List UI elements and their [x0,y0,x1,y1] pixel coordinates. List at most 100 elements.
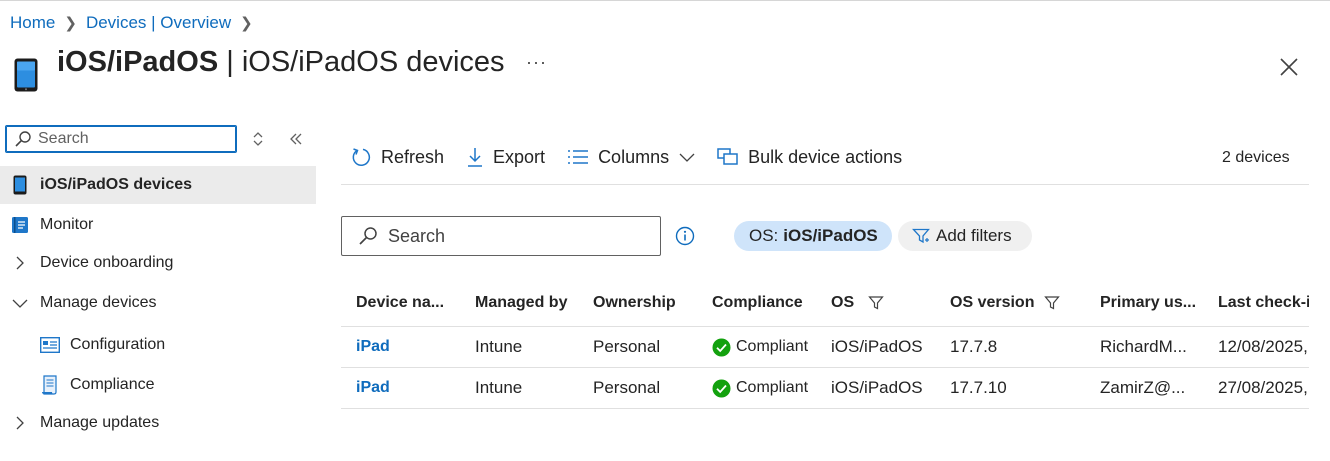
sidebar-item-manage-updates[interactable]: Manage updates [0,404,316,442]
tablet-icon [9,175,31,195]
column-header-last-check-in[interactable]: Last check-in [1218,280,1309,326]
column-header-os[interactable]: OS [831,280,941,326]
collapse-sidebar-icon[interactable] [288,131,304,147]
chevron-right-icon [9,416,31,430]
os-cell: iOS/iPadOS [831,337,923,356]
sidebar-item-ios-devices[interactable]: iOS/iPadOS devices [0,166,316,204]
sidebar-search-input[interactable] [32,130,228,148]
os-filter-value: iOS/iPadOS [783,226,878,245]
monitor-book-icon [9,216,31,234]
devices-table: Device na... Managed by Ownership Compli… [341,280,1309,409]
sidebar-item-monitor[interactable]: Monitor [0,206,316,244]
device-count: 2 devices [1222,149,1290,166]
bulk-device-actions-button[interactable]: Bulk device actions [717,147,902,168]
column-header-os-version-label: OS version [950,294,1035,311]
table-row[interactable]: iPad Intune Personal Compliant iOS/iPadO… [341,368,1309,409]
bulk-device-actions-label: Bulk device actions [748,146,903,167]
info-icon[interactable] [675,226,695,246]
device-search-input[interactable] [378,224,650,248]
expand-collapse-icon[interactable] [251,131,265,147]
sidebar-item-label: Monitor [40,216,94,233]
column-header-ownership[interactable]: Ownership [593,280,703,326]
refresh-label: Refresh [381,146,445,167]
os-version-cell: 17.7.10 [950,378,1007,397]
os-filter-label: OS: [749,226,779,245]
chevron-down-icon [679,153,695,162]
last-check-in-cell: 27/08/2025, [1218,378,1308,397]
device-name-link[interactable]: iPad [356,368,461,408]
checkmark-circle-icon [712,338,731,356]
configuration-icon [39,336,61,354]
top-border [0,0,1330,1]
breadcrumb-home-link[interactable]: Home [10,13,55,33]
os-cell: iOS/iPadOS [831,378,923,397]
sidebar-search[interactable] [5,125,237,153]
more-options-button[interactable]: ··· [526,52,547,73]
sidebar-item-label: iOS/iPadOS devices [40,176,193,193]
column-header-compliance[interactable]: Compliance [712,280,822,326]
chevron-right-icon: ❯ [240,15,253,32]
compliance-cell: Compliant [712,327,827,367]
page-title-bold: iOS/iPadOS [57,46,219,78]
add-filters-label: Add filters [936,226,1012,245]
column-header-primary-user[interactable]: Primary us... [1100,280,1210,326]
export-button[interactable]: Export [466,146,545,168]
page-title: iOS/iPadOS | iOS/iPadOS devices [57,46,505,79]
column-header-managed-by[interactable]: Managed by [475,280,585,326]
table-row[interactable]: iPad Intune Personal Compliant iOS/iPadO… [341,327,1309,368]
checkmark-circle-icon [712,379,731,397]
columns-icon [568,150,589,164]
chevron-right-icon [9,256,31,270]
sidebar-item-label: Device onboarding [40,254,174,271]
chevron-down-icon [9,298,31,308]
sidebar-item-compliance[interactable]: Compliance [0,366,316,404]
compliance-icon [39,375,61,395]
export-label: Export [493,146,546,167]
add-filters-button[interactable]: Add filters [898,221,1032,251]
ownership-cell: Personal [593,378,661,397]
compliance-status: Compliant [736,379,809,396]
managed-by-cell: Intune [475,337,523,356]
table-header: Device na... Managed by Ownership Compli… [341,280,1309,327]
filter-icon[interactable] [868,295,884,311]
filter-icon[interactable] [1044,295,1061,311]
close-icon[interactable] [1276,54,1302,80]
divider [341,184,1309,185]
sidebar-item-label: Compliance [70,376,155,393]
column-header-os-label: OS [831,294,855,311]
command-bar: Refresh Export Columns Bulk device actio… [350,143,924,171]
search-icon [15,131,31,147]
sidebar-item-configuration[interactable]: Configuration [0,326,316,364]
device-name-link[interactable]: iPad [356,327,461,367]
breadcrumb: Home ❯ Devices | Overview ❯ [10,13,262,33]
compliance-status: Compliant [736,338,809,355]
chevron-right-icon: ❯ [64,15,77,32]
managed-by-cell: Intune [475,378,523,397]
sidebar-item-manage-devices[interactable]: Manage devices [0,284,316,322]
page-title-rest: | iOS/iPadOS devices [218,46,505,78]
device-search-box[interactable] [341,216,661,256]
sidebar-item-device-onboarding[interactable]: Device onboarding [0,244,316,282]
tablet-icon [14,58,38,92]
refresh-icon [352,148,371,166]
add-filter-icon [912,228,930,244]
column-header-device-name[interactable]: Device na... [356,280,461,326]
sidebar-item-label: Manage devices [40,294,157,311]
primary-user-cell: ZamirZ@... [1100,378,1186,397]
column-header-os-version[interactable]: OS version [950,280,1090,326]
compliance-cell: Compliant [712,368,827,408]
columns-label: Columns [598,146,670,167]
sidebar-item-label: Manage updates [40,414,160,431]
bulk-actions-icon [717,148,738,165]
last-check-in-cell: 12/08/2025, [1218,337,1308,356]
breadcrumb-devices-link[interactable]: Devices | Overview [86,13,231,33]
sidebar-item-label: Configuration [70,336,166,353]
os-version-cell: 17.7.8 [950,337,998,356]
primary-user-cell: RichardM... [1100,337,1187,356]
search-icon [359,227,377,245]
columns-button[interactable]: Columns [567,147,695,168]
ownership-cell: Personal [593,337,661,356]
download-icon [468,148,483,167]
refresh-button[interactable]: Refresh [350,146,444,168]
os-filter-pill[interactable]: OS: iOS/iPadOS [734,221,892,251]
